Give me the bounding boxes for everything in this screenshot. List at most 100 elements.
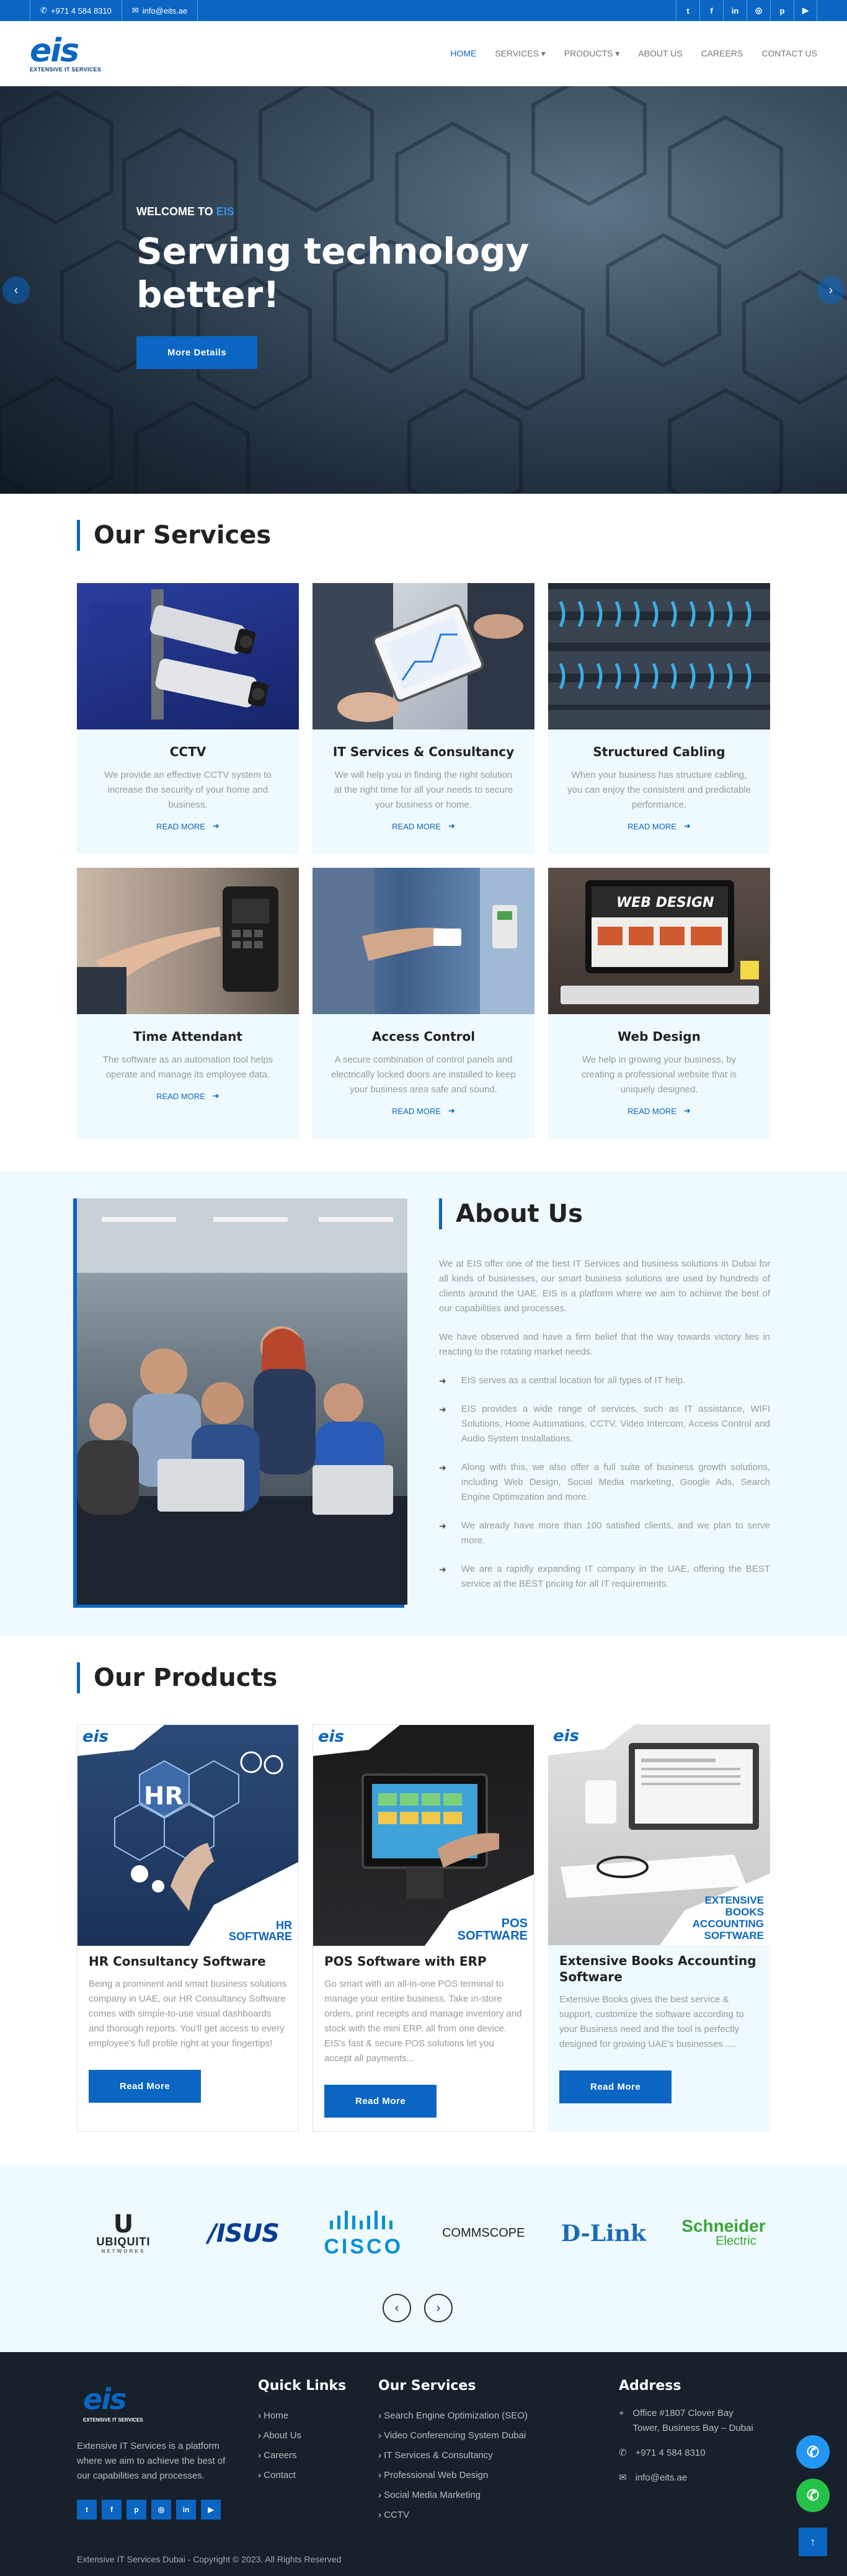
brand-name: CISCO (324, 2235, 404, 2258)
product-card-books[interactable]: eis EXTENSIVE BOOKS ACCOUNTING SOFTWARE … (548, 1724, 770, 2132)
hero-next-arrow[interactable]: › (817, 277, 845, 304)
brand-name: /ISUS (208, 2219, 280, 2248)
services-title: Our Services (77, 520, 271, 551)
instagram-icon[interactable]: ◎ (747, 0, 770, 21)
product-card-hr[interactable]: HR eis HR SOFTWARE HR Consultancy Softwa… (77, 1724, 299, 2132)
footer-link-about[interactable]: About Us (258, 2426, 346, 2446)
brands-section: U UBIQUITI NETWORKS /ISUS CISCO COMMSCOP… (0, 2165, 847, 2352)
pinterest-icon[interactable]: p (126, 2500, 146, 2520)
read-more-button[interactable]: Read More (89, 2070, 202, 2103)
topbar-phone[interactable]: ✆ +971 4 584 8310 (30, 0, 122, 21)
footer-logo-tag: EXTENSIVE IT SERVICES (83, 2417, 143, 2423)
arrow-right-icon: ➜ (448, 1106, 455, 1115)
footer-logo-mark[interactable]: eis (83, 2385, 238, 2413)
read-more-label: READ MORE (156, 1091, 205, 1101)
phone-icon: ✆ (619, 2448, 627, 2458)
footer-service-link[interactable]: Social Media Marketing (378, 2485, 528, 2505)
about-point: ➜ EIS serves as a central location for al… (439, 1373, 770, 1388)
youtube-icon[interactable]: ▶ (794, 0, 817, 21)
read-more-link[interactable]: READ MORE ➜ (156, 1091, 220, 1101)
read-more-link[interactable]: READ MORE ➜ (392, 821, 455, 831)
topbar-email[interactable]: ✉ info@eits.ae (122, 0, 198, 21)
read-more-label: READ MORE (627, 821, 676, 831)
read-more-link[interactable]: READ MORE ➜ (627, 1106, 691, 1116)
facebook-icon[interactable]: f (699, 0, 723, 21)
read-more-button[interactable]: Read More (324, 2085, 437, 2118)
more-details-button[interactable]: More Details (136, 336, 258, 369)
facebook-icon[interactable]: f (102, 2500, 122, 2520)
arrow-right-icon: ➜ (448, 821, 455, 831)
brand-logo-dlink[interactable]: D-Link (557, 2221, 650, 2247)
nav-products[interactable]: PRODUCTS ▾ (564, 48, 619, 59)
topbar-socials: t f in ◎ p ▶ (676, 0, 817, 21)
read-more-link[interactable]: READ MORE ➜ (156, 821, 220, 831)
pinterest-icon[interactable]: p (770, 0, 794, 21)
footer-link-contact[interactable]: Contact (258, 2466, 346, 2485)
quick-links-title: Quick Links (258, 2378, 347, 2394)
service-card-structured-cabling[interactable]: Structured Cabling When your business ha… (548, 583, 770, 854)
it-consultancy-image (313, 583, 534, 729)
footer-service-link[interactable]: Video Conferencing System Dubai (378, 2426, 528, 2446)
mail-icon: ✉ (131, 6, 139, 15)
back-to-top-button[interactable]: ↑ (799, 2528, 827, 2556)
topbar-phone-text: +971 4 584 8310 (50, 6, 112, 16)
topbar-contacts: ✆ +971 4 584 8310 ✉ info@eits.ae (30, 0, 198, 21)
instagram-icon[interactable]: ◎ (151, 2500, 171, 2520)
youtube-icon[interactable]: ▶ (201, 2500, 221, 2520)
nav-contact[interactable]: CONTACT US (761, 48, 817, 59)
brands-next-button[interactable]: › (424, 2294, 453, 2322)
phone-icon: ✆ (40, 6, 47, 15)
nav-services[interactable]: SERVICES ▾ (495, 48, 545, 59)
read-more-label: READ MORE (627, 1106, 676, 1116)
footer-service-link[interactable]: CCTV (378, 2505, 528, 2525)
service-card-access-control[interactable]: Access Control A secure combination of c… (313, 868, 534, 1139)
service-card-it-consultancy[interactable]: IT Services & Consultancy We will help y… (313, 583, 534, 854)
footer-link-home[interactable]: Home (258, 2406, 346, 2426)
about-paragraph-1: We at EIS offer one of the best IT Servi… (439, 1259, 770, 1314)
footer-email[interactable]: ✉ info@eits.ae (619, 2471, 761, 2485)
hero-welcome: WELCOME TO EIS (136, 205, 533, 218)
about-point-text: EIS provides a wide range of services, s… (461, 1404, 770, 1444)
brand-logo-commscope[interactable]: COMMSCOPE (437, 2226, 530, 2240)
footer-service-link[interactable]: Search Engine Optimization (SEO) (378, 2406, 528, 2426)
cisco-bars-icon (330, 2211, 393, 2229)
footer-link-careers[interactable]: Careers (258, 2446, 346, 2466)
footer-service-link[interactable]: IT Services & Consultancy (378, 2446, 528, 2466)
call-float-button[interactable]: ✆ (796, 2435, 830, 2469)
mail-icon: ✉ (619, 2472, 627, 2483)
read-more-link[interactable]: READ MORE ➜ (392, 1106, 455, 1116)
whatsapp-float-button[interactable]: ✆ (796, 2479, 830, 2512)
topbar-email-text: info@eits.ae (142, 6, 188, 16)
about-title: About Us (439, 1198, 583, 1229)
brand-logo-ubiquiti[interactable]: U UBIQUITI NETWORKS (77, 2212, 170, 2254)
read-more-button[interactable]: Read More (559, 2070, 672, 2103)
product-card-pos[interactable]: eis POS SOFTWARE POS Software with ERP G… (313, 1724, 534, 2132)
hero-prev-arrow[interactable]: ‹ (2, 277, 30, 304)
linkedin-icon[interactable]: in (723, 0, 747, 21)
service-text: A secure combination of control panels a… (331, 1054, 516, 1095)
nav-home[interactable]: HOME (450, 48, 476, 59)
service-card-time-attendant[interactable]: Time Attendant The software as an automa… (77, 868, 299, 1139)
linkedin-icon[interactable]: in (176, 2500, 196, 2520)
brand-logo-schneider[interactable]: Schneider Electric (677, 2217, 770, 2248)
nav-careers[interactable]: CAREERS (701, 48, 743, 59)
read-more-link[interactable]: READ MORE ➜ (627, 821, 691, 831)
site-logo[interactable]: eis EXTENSIVE IT SERVICES (30, 35, 101, 73)
hr-software-badge: HR SOFTWARE (229, 1920, 292, 1942)
brand-logo-cisco[interactable]: CISCO (317, 2209, 410, 2257)
brand-logo-asus[interactable]: /ISUS (197, 2219, 290, 2248)
twitter-icon[interactable]: t (77, 2500, 97, 2520)
about-section: About Us We at EIS offer one of the best… (0, 1171, 847, 1636)
service-title: Web Design (618, 1029, 701, 1044)
site-footer: eis EXTENSIVE IT SERVICES Extensive IT S… (0, 2352, 847, 2576)
service-text: We provide an effective CCTV system to i… (104, 770, 272, 810)
footer-phone[interactable]: ✆ +971 4 584 8310 (619, 2446, 761, 2461)
nav-about[interactable]: ABOUT US (638, 48, 682, 59)
badge-line-2: SOFTWARE (457, 1929, 528, 1943)
service-card-cctv[interactable]: CCTV We provide an effective CCTV system… (77, 583, 299, 854)
brands-prev-button[interactable]: ‹ (383, 2294, 411, 2322)
access-control-image (313, 868, 534, 1014)
service-card-web-design[interactable]: WEB DESIGN Web Design We help in growing… (548, 868, 770, 1139)
footer-service-link[interactable]: Professional Web Design (378, 2466, 528, 2485)
twitter-icon[interactable]: t (676, 0, 699, 21)
